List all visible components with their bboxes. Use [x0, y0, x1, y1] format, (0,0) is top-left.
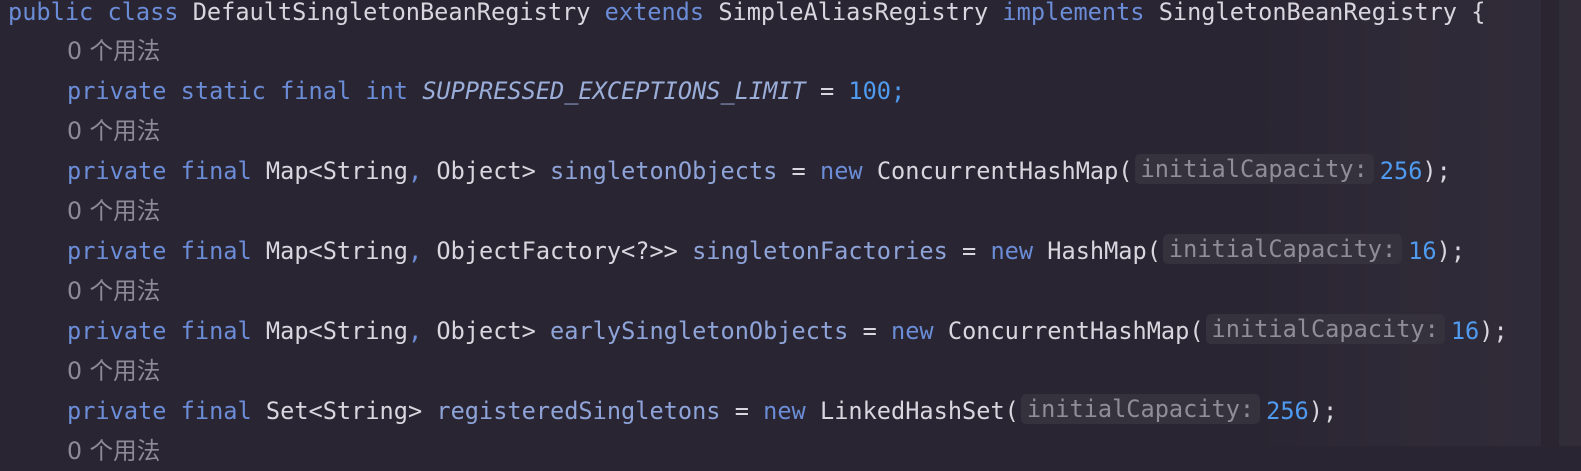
field-name: singletonFactories — [692, 237, 948, 265]
code-line: private final Set<String> registeredSing… — [67, 391, 1337, 431]
field-name: earlySingletonObjects — [550, 317, 849, 345]
statement-end: ); — [1308, 397, 1338, 425]
number-literal: 16 — [1450, 317, 1480, 345]
keyword-final: final — [180, 157, 252, 185]
type-name: Map<String — [265, 237, 408, 265]
keyword-static: static — [180, 77, 266, 105]
open-brace: { — [1471, 0, 1486, 26]
keyword-private: private — [67, 77, 167, 105]
operator-assign: = — [962, 237, 977, 265]
constructor-call: ConcurrentHashMap( — [876, 157, 1133, 185]
type-name: Object> — [436, 157, 536, 185]
number-literal: 256 — [1266, 397, 1309, 425]
operator-assign: = — [862, 317, 877, 345]
keyword-new: new — [763, 397, 806, 425]
operator-assign: = — [791, 157, 806, 185]
keyword-extends: extends — [604, 0, 705, 26]
code-line: private static final int SUPPRESSED_EXCE… — [67, 71, 905, 111]
operator-assign: = — [734, 397, 749, 425]
statement-end: ); — [1479, 317, 1508, 345]
code-line: private final Map<String, ObjectFactory<… — [67, 231, 1465, 271]
parameter-hint: initialCapacity: — [1205, 314, 1445, 344]
keyword-new: new — [891, 317, 934, 345]
keyword-implements: implements — [1002, 0, 1145, 26]
keyword-public: public — [8, 0, 94, 26]
parent-class: SimpleAliasRegistry — [718, 0, 989, 26]
keyword-new: new — [819, 157, 863, 185]
usage-hint[interactable]: 0 个用法 — [67, 271, 160, 311]
operator-assign: = — [819, 77, 835, 105]
code-line: private final Map<String, Object> single… — [67, 151, 1451, 191]
number-literal: 16 — [1408, 237, 1437, 265]
keyword-private: private — [67, 317, 167, 345]
semicolon: ; — [891, 77, 906, 105]
type-name: Map<String — [265, 157, 408, 185]
statement-end: ); — [1436, 237, 1466, 265]
constructor-call: HashMap( — [1047, 237, 1161, 265]
keyword-new: new — [990, 237, 1034, 265]
type-int: int — [365, 77, 408, 105]
parameter-hint: initialCapacity: — [1134, 154, 1374, 184]
keyword-private: private — [67, 157, 167, 185]
keyword-final: final — [180, 237, 252, 265]
constructor-call: ConcurrentHashMap( — [947, 317, 1204, 345]
number-literal: 100 — [848, 77, 892, 105]
constructor-call: LinkedHashSet( — [819, 397, 1019, 425]
field-name: singletonObjects — [550, 157, 778, 185]
field-name: registeredSingletons — [436, 397, 721, 425]
keyword-final: final — [280, 77, 352, 105]
class-declaration-line: public class DefaultSingletonBeanRegistr… — [8, 0, 1485, 32]
constant-name: SUPPRESSED_EXCEPTIONS_LIMIT — [422, 77, 806, 105]
usage-hint[interactable]: 0 个用法 — [67, 431, 160, 471]
usage-hint[interactable]: 0 个用法 — [67, 191, 160, 231]
number-literal: 256 — [1379, 157, 1423, 185]
usage-hint[interactable]: 0 个用法 — [67, 31, 160, 71]
keyword-final: final — [180, 317, 252, 345]
type-name: Map<String — [265, 317, 408, 345]
interface-name: SingletonBeanRegistry — [1158, 0, 1457, 26]
statement-end: ); — [1422, 157, 1451, 185]
type-name: Object> — [436, 317, 536, 345]
editor-scrollbar-track[interactable] — [1541, 0, 1559, 446]
comma: , — [407, 157, 423, 185]
type-name: Set<String> — [265, 397, 423, 425]
code-line: private final Map<String, Object> earlyS… — [67, 311, 1508, 351]
class-name: DefaultSingletonBeanRegistry — [192, 0, 591, 26]
keyword-private: private — [67, 397, 167, 425]
comma: , — [407, 237, 423, 265]
parameter-hint: initialCapacity: — [1162, 234, 1403, 264]
parameter-hint: initialCapacity: — [1020, 394, 1261, 424]
type-name: ObjectFactory<?>> — [436, 237, 678, 265]
comma: , — [407, 317, 423, 345]
keyword-private: private — [67, 237, 167, 265]
keyword-final: final — [180, 397, 252, 425]
usage-hint[interactable]: 0 个用法 — [67, 111, 160, 151]
keyword-class: class — [107, 0, 179, 26]
usage-hint[interactable]: 0 个用法 — [67, 351, 160, 391]
editor-gutter-shade — [1251, 0, 1581, 446]
